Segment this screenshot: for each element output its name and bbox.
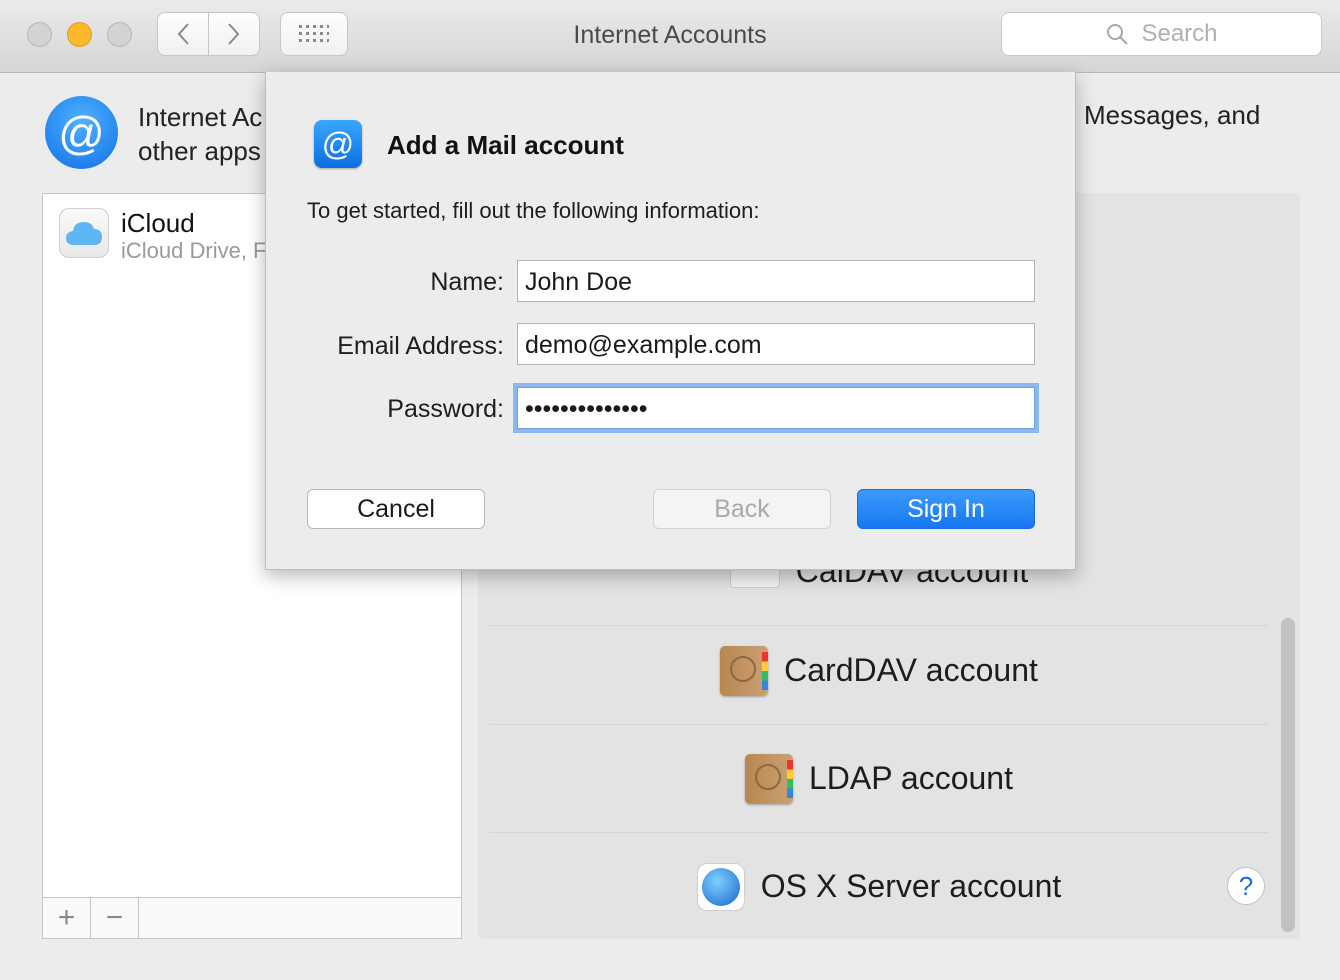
list-footer: + − (43, 897, 461, 938)
provider-osx-server[interactable]: OS X Server account (490, 833, 1268, 940)
provider-label: OS X Server account (760, 868, 1062, 904)
search-icon (1107, 24, 1129, 45)
email-label: Email Address: (337, 332, 504, 360)
password-field[interactable]: •••••••••••••• (517, 387, 1035, 429)
sheet-title: Add a Mail account (387, 130, 624, 160)
contacts-icon (745, 753, 793, 804)
header-line-1: Internet Ac (138, 102, 263, 132)
cancel-button[interactable]: Cancel (307, 489, 485, 529)
header-line-2: other apps (138, 136, 261, 166)
globe-icon (696, 862, 745, 911)
sheet-intro: To get started, fill out the following i… (307, 198, 760, 223)
add-mail-account-sheet: @ Add a Mail account To get started, fil… (265, 72, 1076, 570)
provider-label: CardDAV account (784, 652, 1038, 688)
password-label: Password: (387, 395, 504, 423)
header-description-tail: Messages, and (1084, 100, 1261, 130)
scrollbar-thumb[interactable] (1281, 618, 1295, 932)
back-button[interactable]: Back (653, 489, 831, 529)
provider-carddav[interactable]: CardDAV account (490, 617, 1268, 725)
account-name: iCloud (121, 208, 195, 238)
title-bar: Internet Accounts Search (0, 0, 1340, 73)
sign-in-button[interactable]: Sign In (857, 489, 1035, 529)
provider-label: LDAP account (809, 760, 1013, 796)
add-account-button[interactable]: + (43, 898, 91, 938)
name-label: Name: (430, 268, 504, 296)
contacts-icon (720, 645, 769, 696)
internet-accounts-at-icon: @ (45, 96, 118, 169)
email-field[interactable]: demo@example.com (517, 323, 1035, 365)
search-field[interactable]: Search (1001, 12, 1322, 56)
account-detail: iCloud Drive, F (121, 238, 267, 263)
provider-ldap[interactable]: LDAP account (490, 725, 1268, 833)
mail-at-icon: @ (314, 120, 362, 168)
icloud-icon (59, 208, 109, 258)
name-field[interactable]: John Doe (517, 260, 1035, 302)
remove-account-button[interactable]: − (91, 898, 139, 938)
help-button[interactable]: ? (1227, 867, 1265, 905)
search-placeholder: Search (1141, 20, 1218, 47)
list-item-icloud[interactable]: iCloud iCloud Drive, F (59, 208, 266, 263)
header-description: Internet Ac other apps (138, 100, 262, 168)
